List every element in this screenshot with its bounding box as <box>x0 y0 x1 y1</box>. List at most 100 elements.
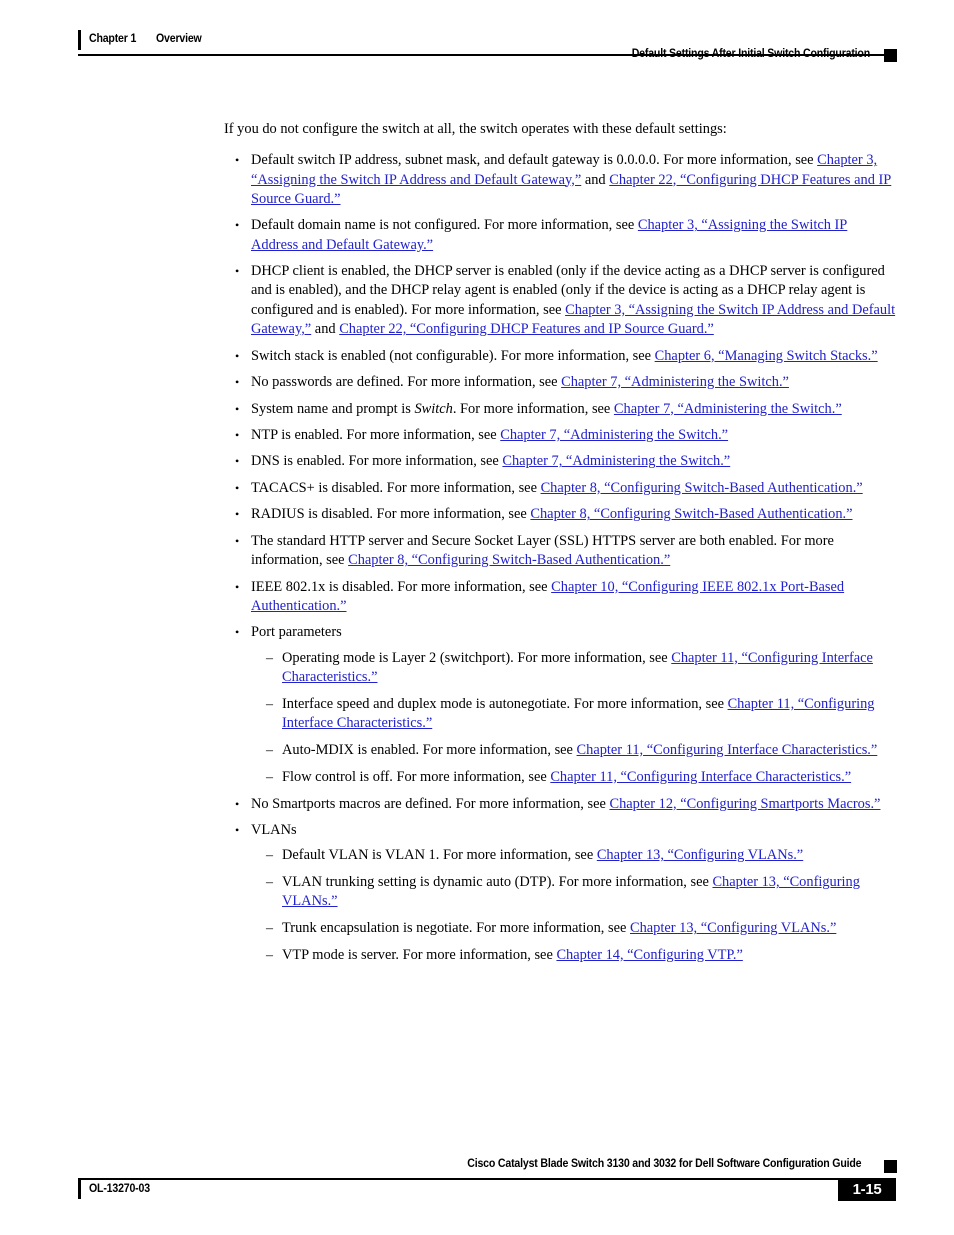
subitem-text: Auto-MDIX is enabled. For more informati… <box>282 741 577 758</box>
subitem-text: VTP mode is server. For more information… <box>282 947 557 964</box>
bullet-icon: • <box>235 401 240 416</box>
dash-icon: – <box>266 650 273 666</box>
subitem-text: Operating mode is Layer 2 (switchport). … <box>282 649 672 666</box>
dash-icon: – <box>266 875 273 891</box>
subitem-text: Default VLAN is VLAN 1. For more informa… <box>282 847 597 864</box>
page-footer: Cisco Catalyst Blade Switch 3130 and 303… <box>78 1158 897 1204</box>
bullet-icon: • <box>235 218 240 233</box>
xref-link[interactable]: Chapter 7, “Administering the Switch.” <box>561 374 789 390</box>
sublist-item-trunk-encapsulation: – Trunk encapsulation is negotiate. For … <box>253 919 896 938</box>
dash-icon: – <box>266 742 273 758</box>
sublist-item-auto-mdix: – Auto-MDIX is enabled. For more informa… <box>253 741 896 760</box>
default-settings-list: • Default switch IP address, subnet mask… <box>224 151 896 965</box>
xref-link[interactable]: Chapter 13, “Configuring VLANs.” <box>630 920 836 936</box>
header-chapter-number: Chapter 1 <box>89 33 137 45</box>
list-item-default-domain-name: • Default domain name is not configured.… <box>224 216 896 255</box>
port-parameters-sublist: – Operating mode is Layer 2 (switchport)… <box>253 649 896 787</box>
bullet-icon: • <box>235 579 240 594</box>
bullet-icon: • <box>235 625 240 640</box>
xref-link[interactable]: Chapter 13, “Configuring VLANs.” <box>597 847 803 863</box>
header-chapter-title: Overview <box>156 33 202 45</box>
item-text-cont: . For more information, see <box>452 400 614 417</box>
item-text: No Smartports macros are defined. For mo… <box>251 795 610 812</box>
xref-link[interactable]: Chapter 7, “Administering the Switch.” <box>502 453 730 469</box>
list-item-dhcp-client: • DHCP client is enabled, the DHCP serve… <box>224 262 896 339</box>
list-item-http-https-server: • The standard HTTP server and Secure So… <box>224 532 896 571</box>
sublist-item-default-vlan: – Default VLAN is VLAN 1. For more infor… <box>253 846 896 865</box>
item-emphasis: Switch <box>414 400 453 417</box>
port-parameters-sublist-wrapper: – Operating mode is Layer 2 (switchport)… <box>251 649 896 787</box>
bullet-icon: • <box>235 375 240 390</box>
dash-icon: – <box>266 769 273 785</box>
footer-document-title: Cisco Catalyst Blade Switch 3130 and 303… <box>466 1158 861 1170</box>
list-item-system-name-prompt: • System name and prompt is Switch. For … <box>224 400 896 419</box>
footer-rule <box>78 1178 896 1180</box>
dash-icon: – <box>266 848 273 864</box>
item-text: DNS is enabled. For more information, se… <box>251 453 503 470</box>
list-item-vlans: • VLANs – Default VLAN is VLAN 1. For mo… <box>224 821 896 965</box>
list-item-radius-disabled: • RADIUS is disabled. For more informati… <box>224 505 896 524</box>
header-left-tick <box>78 30 81 50</box>
item-text: TACACS+ is disabled. For more informatio… <box>251 479 541 496</box>
bullet-icon: • <box>235 264 240 279</box>
item-text: NTP is enabled. For more information, se… <box>251 426 501 443</box>
item-text-cont: and <box>311 321 340 338</box>
list-item-smartports-macros: • No Smartports macros are defined. For … <box>224 795 896 814</box>
item-text: VLANs <box>251 822 297 839</box>
page-content: If you do not configure the switch at al… <box>224 120 896 973</box>
list-item-ieee-8021x-disabled: • IEEE 802.1x is disabled. For more info… <box>224 578 896 617</box>
bullet-icon: • <box>235 480 240 495</box>
bullet-icon: • <box>235 153 240 168</box>
list-item-port-parameters: • Port parameters – Operating mode is La… <box>224 623 896 787</box>
list-item-dns-enabled: • DNS is enabled. For more information, … <box>224 452 896 471</box>
subitem-text: Trunk encapsulation is negotiate. For mo… <box>282 920 630 937</box>
xref-link[interactable]: Chapter 8, “Configuring Switch-Based Aut… <box>530 506 852 522</box>
list-item-default-ip-address: • Default switch IP address, subnet mask… <box>224 151 896 209</box>
item-text: Default switch IP address, subnet mask, … <box>251 152 818 169</box>
bullet-icon: • <box>235 348 240 363</box>
sublist-item-vtp-mode: – VTP mode is server. For more informati… <box>253 946 896 965</box>
xref-link[interactable]: Chapter 6, “Managing Switch Stacks.” <box>655 348 878 364</box>
header-section-title: Default Settings After Initial Switch Co… <box>631 48 870 60</box>
vlans-sublist: – Default VLAN is VLAN 1. For more infor… <box>253 846 896 965</box>
bullet-icon: • <box>235 823 240 838</box>
xref-link[interactable]: Chapter 8, “Configuring Switch-Based Aut… <box>541 480 863 496</box>
xref-link[interactable]: Chapter 11, “Configuring Interface Chara… <box>550 769 851 785</box>
sublist-item-vlan-trunking: – VLAN trunking setting is dynamic auto … <box>253 873 896 912</box>
sublist-item-operating-mode: – Operating mode is Layer 2 (switchport)… <box>253 649 896 688</box>
item-text-cont: and <box>581 171 610 188</box>
footer-left-tick <box>78 1180 81 1199</box>
dash-icon: – <box>266 948 273 964</box>
bullet-icon: • <box>235 533 240 548</box>
xref-link[interactable]: Chapter 12, “Configuring Smartports Macr… <box>609 796 880 812</box>
item-text: Port parameters <box>251 624 342 641</box>
sublist-item-flow-control: – Flow control is off. For more informat… <box>253 768 896 787</box>
xref-link[interactable]: Chapter 22, “Configuring DHCP Features a… <box>339 321 714 337</box>
footer-doc-id: OL-13270-03 <box>89 1183 150 1195</box>
xref-link[interactable]: Chapter 8, “Configuring Switch-Based Aut… <box>348 552 670 568</box>
list-item-tacacs-disabled: • TACACS+ is disabled. For more informat… <box>224 479 896 498</box>
xref-link[interactable]: Chapter 14, “Configuring VTP.” <box>556 947 742 963</box>
item-text: RADIUS is disabled. For more information… <box>251 506 531 523</box>
subitem-text: VLAN trunking setting is dynamic auto (D… <box>282 874 713 891</box>
bullet-icon: • <box>235 507 240 522</box>
xref-link[interactable]: Chapter 7, “Administering the Switch.” <box>500 427 728 443</box>
list-item-ntp-enabled: • NTP is enabled. For more information, … <box>224 426 896 445</box>
bullet-icon: • <box>235 427 240 442</box>
bullet-icon: • <box>235 454 240 469</box>
footer-page-number: 1-15 <box>838 1178 896 1201</box>
xref-link[interactable]: Chapter 7, “Administering the Switch.” <box>614 401 842 417</box>
list-item-no-passwords: • No passwords are defined. For more inf… <box>224 373 896 392</box>
list-item-switch-stack: • Switch stack is enabled (not configura… <box>224 347 896 366</box>
subitem-text: Interface speed and duplex mode is auton… <box>282 695 728 712</box>
xref-link[interactable]: Chapter 11, “Configuring Interface Chara… <box>577 742 878 758</box>
footer-marker-square <box>884 1159 897 1173</box>
subitem-text: Flow control is off. For more informatio… <box>282 768 551 785</box>
page-header: Chapter 1 Overview Default Settings Afte… <box>78 28 897 70</box>
dash-icon: – <box>266 696 273 712</box>
intro-paragraph: If you do not configure the switch at al… <box>224 121 727 137</box>
bullet-icon: • <box>235 796 240 811</box>
item-text: No passwords are defined. For more infor… <box>251 374 562 391</box>
item-text: System name and prompt is <box>251 400 415 417</box>
item-text: Default domain name is not configured. F… <box>251 217 638 234</box>
